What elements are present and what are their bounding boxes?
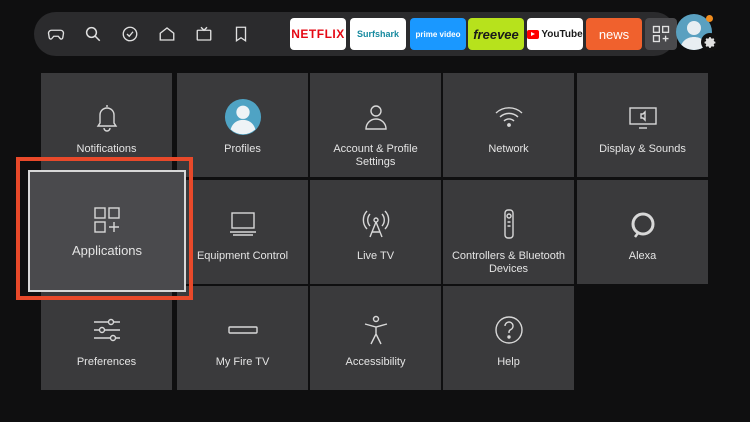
app-label: freevee (473, 26, 519, 42)
settings-tile-my-fire-tv[interactable]: My Fire TV (177, 286, 308, 390)
monitor-icon (227, 198, 259, 250)
settings-gear-icon[interactable] (701, 33, 719, 51)
remote-icon (493, 198, 525, 250)
tile-label: Account & Profile Settings (333, 143, 418, 168)
apps-icon (91, 196, 123, 244)
settings-tile-accessibility[interactable]: Accessibility (310, 286, 441, 390)
settings-tile-help[interactable]: Help (443, 286, 574, 390)
home-icon[interactable] (157, 24, 177, 44)
settings-tile-preferences[interactable]: Preferences (41, 286, 172, 390)
all-apps-button[interactable] (645, 18, 677, 50)
profile-avatar-icon (224, 91, 262, 143)
settings-tile-alexa[interactable]: Alexa (577, 180, 708, 284)
sliders-icon (91, 304, 123, 356)
gamepad-icon[interactable] (46, 24, 66, 44)
accessibility-icon (360, 304, 392, 356)
tile-label: Accessibility (345, 356, 406, 368)
alexa-icon (627, 198, 659, 250)
settings-tile-controllers-bluetooth[interactable]: Controllers & Bluetooth Devices (443, 180, 574, 284)
app-label: NETFLIX (291, 27, 345, 41)
tile-label: My Fire TV (215, 356, 270, 368)
surfshark-app-tile[interactable]: Surfshark (350, 18, 406, 50)
tile-label: Help (497, 356, 520, 368)
settings-tile-equipment-control[interactable]: Equipment Control (177, 180, 308, 284)
prime-video-app-tile[interactable]: prime video (410, 18, 466, 50)
tile-label: Notifications (76, 143, 137, 155)
tile-label: Controllers & Bluetooth Devices (451, 250, 566, 275)
settings-tile-live-tv[interactable]: Live TV (310, 180, 441, 284)
settings-tile-network[interactable]: Network (443, 73, 574, 177)
notification-dot (706, 15, 713, 22)
tile-label: Applications (71, 243, 143, 258)
tile-label: Preferences (76, 356, 137, 368)
person-icon (360, 91, 392, 143)
tile-label: Profiles (224, 143, 261, 155)
tile-label: Equipment Control (196, 250, 289, 262)
app-label: YouTube (541, 28, 583, 40)
tile-label: Live TV (356, 250, 395, 262)
tile-label: Network (488, 143, 529, 155)
check-circle-icon[interactable] (120, 24, 140, 44)
app-label: Surfshark (356, 29, 400, 39)
settings-tile-profiles[interactable]: Profiles (177, 73, 308, 177)
settings-tile-display-sounds[interactable]: Display & Sounds (577, 73, 708, 177)
wifi-icon (493, 91, 525, 143)
netflix-app-tile[interactable]: NETFLIX (290, 18, 346, 50)
tv-icon[interactable] (194, 24, 214, 44)
youtube-play-icon (527, 29, 540, 39)
tile-label: Alexa (628, 250, 657, 262)
bookmark-icon[interactable] (231, 24, 251, 44)
help-icon (493, 304, 525, 356)
search-icon[interactable] (83, 24, 103, 44)
tile-label: Display & Sounds (599, 143, 686, 155)
news-app-tile[interactable]: news (586, 18, 642, 50)
bell-icon (91, 91, 123, 143)
app-label: prime video (415, 29, 461, 39)
youtube-app-tile[interactable]: YouTube (527, 18, 583, 50)
grid-plus-icon (652, 25, 670, 43)
freevee-app-tile[interactable]: freevee (468, 18, 524, 50)
settings-tile-account-profile[interactable]: Account & Profile Settings (310, 73, 441, 177)
display-sound-icon (627, 91, 659, 143)
fire-tv-device-icon (227, 304, 259, 356)
settings-tile-applications[interactable]: Applications (28, 170, 186, 292)
top-nav-bar: NETFLIX Surfshark prime video freevee Yo… (34, 12, 677, 56)
antenna-icon (360, 198, 392, 250)
app-label: news (598, 26, 630, 42)
